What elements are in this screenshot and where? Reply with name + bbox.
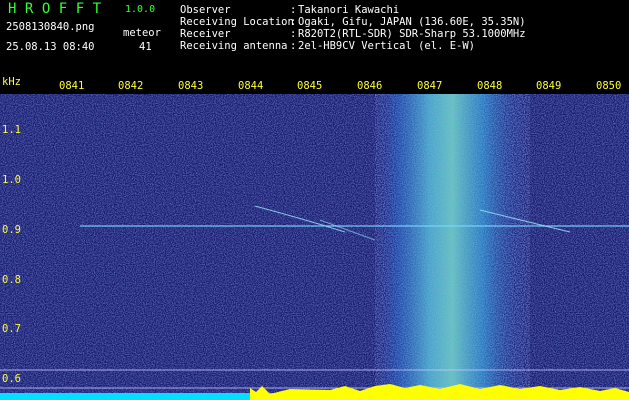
- y-axis-unit: kHz: [2, 76, 21, 88]
- info-colon: :: [290, 4, 297, 16]
- noise-texture: [0, 80, 629, 400]
- x-tick-0848: 0848: [477, 80, 503, 92]
- meteor-count: 41: [139, 41, 152, 53]
- info-colon: :: [290, 16, 297, 28]
- meteor-label: meteor: [123, 27, 161, 39]
- y-tick-1.0: 1.0: [2, 174, 21, 186]
- timestamp: 25.08.13 08:40: [6, 41, 95, 53]
- info-value-location: Ogaki, Gifu, JAPAN (136.60E, 35.35N): [298, 16, 526, 28]
- app-version: 1.0.0: [125, 4, 156, 15]
- file-name: 2508130840.png: [6, 21, 95, 33]
- info-label-receiver: Receiver: [180, 28, 231, 40]
- y-tick-0.8: 0.8: [2, 274, 21, 286]
- x-tick-0847: 0847: [417, 80, 443, 92]
- spectrogram-plot: [0, 80, 629, 400]
- y-tick-0.9: 0.9: [2, 224, 21, 236]
- info-colon: :: [290, 28, 297, 40]
- x-tick-0849: 0849: [536, 80, 562, 92]
- y-tick-0.6: 0.6: [2, 373, 21, 385]
- y-tick-0.7: 0.7: [2, 323, 21, 335]
- info-label-antenna: Receiving antenna: [180, 40, 288, 52]
- info-label-location: Receiving Location: [180, 16, 294, 28]
- x-tick-0845: 0845: [297, 80, 323, 92]
- x-tick-0850: 0850: [596, 80, 622, 92]
- broadband-noise-overlay: [375, 94, 530, 394]
- info-value-receiver: R820T2(RTL-SDR) SDR-Sharp 53.1000MHz: [298, 28, 526, 40]
- x-tick-0843: 0843: [178, 80, 204, 92]
- info-colon: :: [290, 40, 297, 52]
- x-tick-0844: 0844: [238, 80, 264, 92]
- info-value-antenna: 2el-HB9CV Vertical (el. E-W): [298, 40, 476, 52]
- x-tick-0841: 0841: [59, 80, 85, 92]
- info-value-observer: Takanori Kawachi: [298, 4, 400, 16]
- hrofft-window: HROFFT 1.0.0 2508130840.png 25.08.13 08:…: [0, 0, 629, 400]
- info-label-observer: Observer: [180, 4, 231, 16]
- y-tick-1.1: 1.1: [2, 124, 21, 136]
- app-logo-title: HROFFT: [8, 1, 110, 17]
- x-tick-0846: 0846: [357, 80, 383, 92]
- x-tick-0842: 0842: [118, 80, 144, 92]
